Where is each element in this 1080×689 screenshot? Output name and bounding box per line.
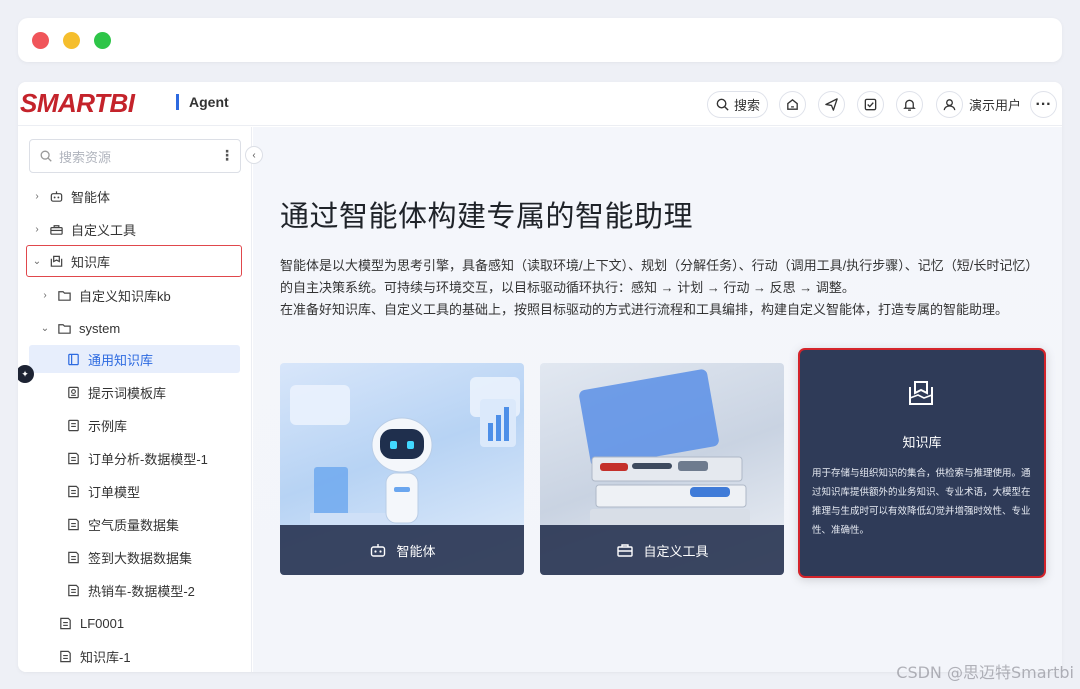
tree-item-prompt-templates[interactable]: 提示词模板库	[66, 378, 166, 406]
book-icon	[68, 353, 79, 365]
main-content: 通过智能体构建专属的智能助理 智能体是以大模型为思考引擎，具备感知（读取环境/上…	[253, 127, 1062, 672]
user-icon	[943, 99, 956, 111]
document-icon	[68, 419, 79, 431]
tree-item-label: 空气质量数据集	[88, 517, 180, 533]
description-paragraph-2: 在准备好知识库、自定义工具的基础上，按照目标驱动的方式进行流程和工具编排，构建自…	[280, 302, 1009, 317]
data-model-icon	[68, 452, 79, 464]
description-paragraph-1: 智能体是以大模型为思考引擎，具备感知（读取环境/上下文）、规划（分解任务）、行动…	[280, 258, 1039, 295]
browser-titlebar	[18, 18, 1062, 62]
avatar	[936, 91, 963, 118]
tasks-button[interactable]	[857, 91, 884, 118]
tree-item-lf0001[interactable]: LF0001	[58, 609, 124, 637]
maximize-window-button[interactable]	[94, 32, 111, 49]
resource-search-input[interactable]: 搜索资源 ⋮	[29, 139, 241, 173]
tree-item-agents[interactable]: › 智能体	[32, 182, 110, 210]
kebab-menu-icon[interactable]: ⋮	[220, 147, 234, 164]
notifications-button[interactable]	[896, 91, 923, 118]
custom-tools-card-label: 自定义工具	[643, 543, 709, 559]
tree-item-custom-kb[interactable]: › 自定义知识库kb	[40, 281, 171, 309]
search-placeholder: 搜索资源	[59, 149, 112, 165]
collapse-sidebar-button[interactable]: ‹	[245, 146, 263, 164]
search-icon	[40, 150, 52, 162]
robot-icon	[371, 544, 386, 557]
tree-item-hot-car-model[interactable]: 热销车-数据模型-2	[66, 576, 195, 604]
tree-item-knowledge-base[interactable]: ⌄ 知识库	[26, 245, 242, 277]
bell-icon	[903, 99, 916, 111]
tree-item-system[interactable]: ⌄ system	[40, 314, 120, 342]
page-description: 智能体是以大模型为思考引擎，具备感知（读取环境/上下文）、规划（分解任务）、行动…	[280, 255, 1040, 321]
search-icon	[716, 98, 729, 111]
tree-item-label: LF0001	[80, 615, 125, 631]
data-model-icon	[60, 617, 71, 629]
search-button[interactable]: 搜索	[707, 91, 768, 118]
tree-item-kb-1[interactable]: 知识库-1	[58, 642, 131, 670]
agent-card-label: 智能体	[396, 543, 436, 559]
sidebar: 搜索资源 ⋮ › 智能体 › 自定义工具 ⌄ 知识库 › 自定义知识库kb ⌄ …	[18, 127, 252, 672]
chevron-down-icon[interactable]: ⌄	[40, 323, 50, 334]
top-header: SMARTBI Agent 搜索 演示用户 ···	[18, 82, 1062, 126]
data-model-icon	[68, 518, 79, 530]
knowledge-base-icon	[909, 381, 933, 405]
user-name: 演示用户	[969, 98, 1022, 113]
toolbox-icon	[50, 224, 63, 235]
tree-item-label: 订单模型	[88, 484, 141, 500]
knowledge-base-icon	[50, 255, 63, 267]
tree-item-checkin-dataset[interactable]: 签到大数据数据集	[66, 543, 192, 571]
send-icon	[825, 98, 838, 111]
chevron-down-icon[interactable]: ⌄	[32, 256, 42, 267]
send-button[interactable]	[818, 91, 845, 118]
folder-icon	[58, 323, 71, 334]
tree-item-label: system	[79, 320, 121, 336]
prompt-template-icon	[68, 386, 79, 398]
custom-tools-card[interactable]: 自定义工具	[540, 363, 784, 575]
minimize-window-button[interactable]	[63, 32, 80, 49]
tree-item-label: 签到大数据数据集	[88, 550, 193, 566]
data-model-icon	[68, 551, 79, 563]
smartbi-logo[interactable]: SMARTBI	[20, 88, 135, 119]
user-menu[interactable]: 演示用户	[936, 91, 1021, 118]
data-model-icon	[68, 485, 79, 497]
knowledge-base-card-description: 用于存储与组织知识的集合，供检索与推理使用。通过知识库提供额外的业务知识、专业术…	[812, 468, 1031, 536]
chevron-right-icon[interactable]: ›	[40, 290, 50, 301]
tree-item-label: 知识库-1	[80, 649, 131, 665]
chevron-right-icon[interactable]: ›	[32, 191, 42, 202]
tree-item-label: 知识库	[71, 254, 111, 270]
knowledge-base-card-title: 知识库	[902, 435, 942, 450]
tree-item-label: 自定义知识库kb	[79, 288, 171, 304]
app-window: SMARTBI Agent 搜索 演示用户 ··· 搜索资源 ⋮ › 智能体 ›…	[18, 82, 1062, 672]
tree-item-label: 通用知识库	[88, 352, 154, 368]
search-label: 搜索	[733, 98, 760, 113]
agent-card-caption: 智能体	[280, 525, 524, 575]
folder-icon	[58, 290, 71, 301]
tree-item-label: 订单分析-数据模型-1	[88, 451, 208, 467]
tree-item-label: 热销车-数据模型-2	[88, 583, 195, 599]
page-title: 通过智能体构建专属的智能助理	[280, 201, 694, 233]
tree-item-air-quality-dataset[interactable]: 空气质量数据集	[66, 510, 179, 538]
tree-item-order-analysis-model[interactable]: 订单分析-数据模型-1	[66, 444, 208, 472]
tree-item-label: 示例库	[88, 418, 128, 434]
task-check-icon	[864, 98, 877, 111]
data-model-icon	[68, 584, 79, 596]
tree-item-examples[interactable]: 示例库	[66, 411, 127, 439]
custom-tools-card-caption: 自定义工具	[540, 525, 784, 575]
home-button[interactable]	[779, 91, 806, 118]
csdn-watermark: CSDN @思迈特Smartbi	[896, 663, 1074, 682]
chevron-right-icon[interactable]: ›	[32, 224, 42, 235]
product-name: Agent	[176, 94, 229, 110]
more-options-button[interactable]: ···	[1030, 91, 1057, 118]
data-model-icon	[60, 650, 71, 662]
tree-item-label: 自定义工具	[71, 222, 137, 238]
tree-item-custom-tools[interactable]: › 自定义工具	[32, 215, 136, 243]
tree-item-label: 智能体	[71, 189, 111, 205]
tree-item-label: 提示词模板库	[88, 385, 167, 401]
agent-card[interactable]: 智能体	[280, 363, 524, 575]
tree-item-order-model[interactable]: 订单模型	[66, 477, 140, 505]
tree-item-general-kb[interactable]: 通用知识库	[29, 345, 240, 373]
knowledge-base-card[interactable]: 知识库 用于存储与组织知识的集合，供检索与推理使用。通过知识库提供额外的业务知识…	[798, 348, 1046, 578]
home-icon	[787, 98, 798, 110]
close-window-button[interactable]	[32, 32, 49, 49]
robot-icon	[50, 190, 63, 202]
toolbox-icon	[617, 544, 634, 557]
